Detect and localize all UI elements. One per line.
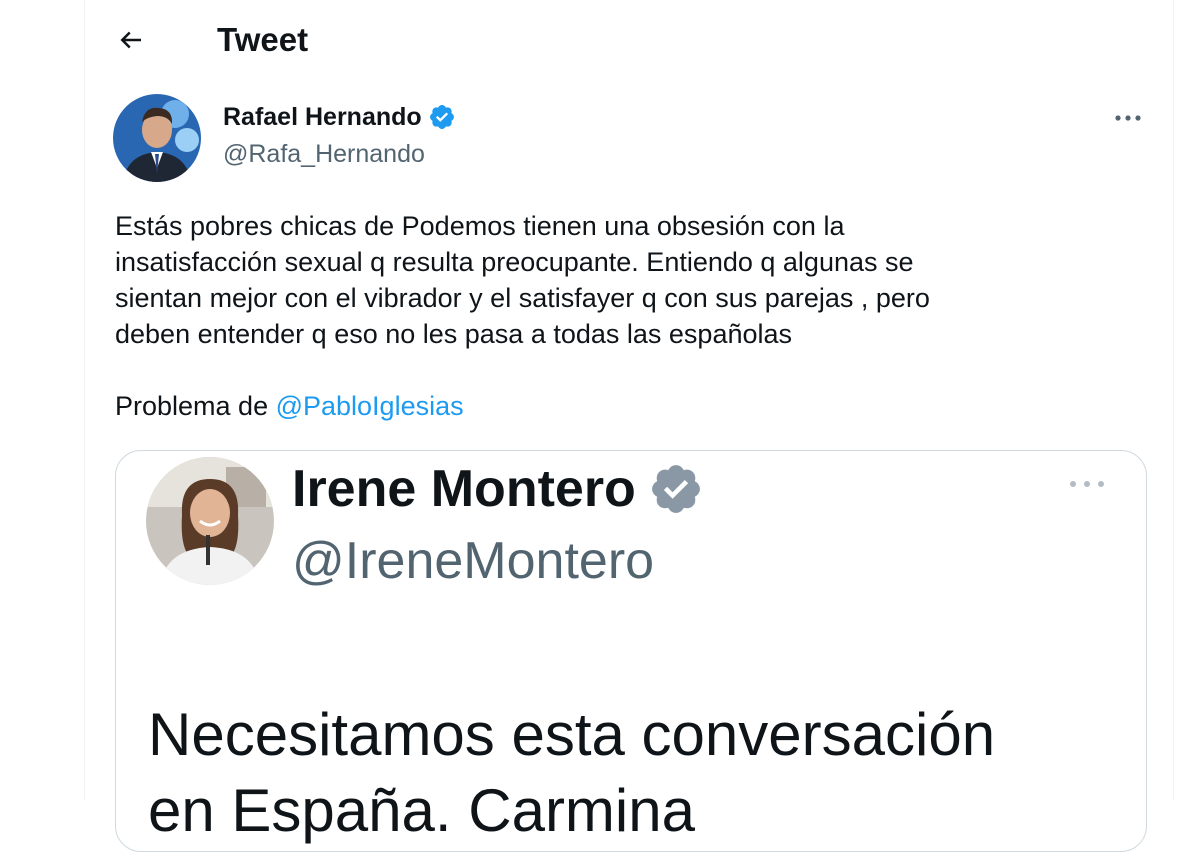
embedded-author-avatar [146,457,274,585]
page-title: Tweet [217,21,309,58]
embedded-text-line: en España. Carmina [148,777,695,844]
page-header: Tweet [85,0,1173,80]
author-name[interactable]: Rafael Hernando [223,101,456,133]
tweet-text-line: insatisfacción sexual q resulta preocupa… [115,247,914,277]
tweet-text-line: Problema de @PabloIglesias [115,388,1135,424]
more-options-button[interactable] [1105,98,1151,138]
verified-badge-icon [428,103,456,131]
author-handle[interactable]: @Rafa_Hernando [223,138,425,170]
tweet-text-line: sientan mejor con el vibrador y el satis… [115,283,930,313]
tweet-text-line: deben entender q eso no les pasa a todas… [115,319,793,349]
arrow-left-icon [120,31,141,49]
embedded-verified-badge-icon [648,461,704,517]
embedded-author-name-text: Irene Montero [292,460,636,518]
tweet-text-line: Estás pobres chicas de Podemos tienen un… [115,211,845,241]
back-button[interactable] [111,20,151,60]
tweet-detail-column: Tweet Rafael Hernando @Rafa_Hernando Est… [84,0,1174,852]
author-name-text: Rafael Hernando [223,103,422,131]
embedded-screenshot-image[interactable]: Irene Montero @IreneMontero Necesitamos … [115,450,1147,852]
tweet-text-prefix: Problema de [115,391,276,421]
embedded-tweet-text: Necesitamos esta conversación en España.… [148,697,1146,849]
mention-link[interactable]: @PabloIglesias [276,391,464,421]
embedded-author-handle: @IreneMontero [292,532,655,590]
embedded-more-icon [1062,469,1112,499]
more-horizontal-icon [1115,115,1141,121]
embedded-author-name: Irene Montero [292,459,704,519]
tweet-text: Estás pobres chicas de Podemos tienen un… [115,208,1135,424]
author-avatar[interactable] [113,94,201,182]
embedded-text-line: Necesitamos esta conversación [148,701,996,768]
